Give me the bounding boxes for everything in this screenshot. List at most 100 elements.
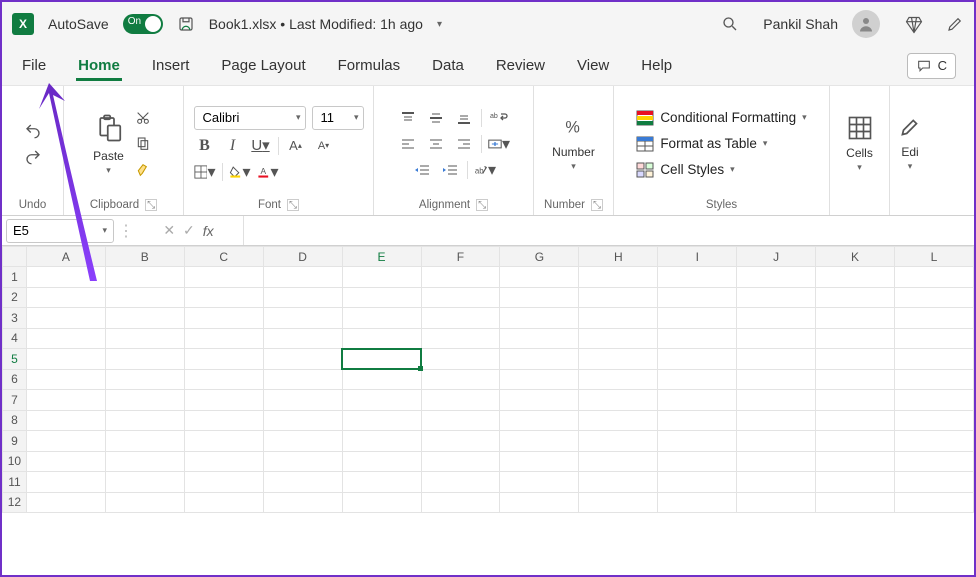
cell-L10[interactable] [895,451,974,472]
cell-C2[interactable] [184,287,263,308]
cell-D12[interactable] [263,492,342,513]
cell-D7[interactable] [263,390,342,411]
cell-H4[interactable] [579,328,658,349]
cell-L2[interactable] [895,287,974,308]
cell-I1[interactable] [658,267,737,288]
cell-B4[interactable] [105,328,184,349]
cell-B7[interactable] [105,390,184,411]
chevron-down-icon[interactable]: ▾ [437,19,442,30]
cell-G2[interactable] [500,287,579,308]
cell-K12[interactable] [816,492,895,513]
cell-D11[interactable] [263,472,342,493]
cells-button[interactable]: Cells ▾ [846,114,874,173]
cell-K7[interactable] [816,390,895,411]
cell-K3[interactable] [816,308,895,329]
row-header-4[interactable]: 4 [3,328,27,349]
cell-I6[interactable] [658,369,737,390]
search-icon[interactable] [721,15,739,33]
cell-H12[interactable] [579,492,658,513]
cell-E3[interactable] [342,308,421,329]
cell-F10[interactable] [421,451,500,472]
redo-icon[interactable] [22,147,44,167]
name-box[interactable]: E5 ▾ [6,219,114,243]
cell-B6[interactable] [105,369,184,390]
cell-A2[interactable] [26,287,105,308]
enter-formula-icon[interactable]: ✓ [183,222,195,239]
cell-B12[interactable] [105,492,184,513]
row-header-10[interactable]: 10 [3,451,27,472]
bold-button[interactable]: B [194,136,216,156]
comments-button[interactable]: C [907,53,956,79]
cell-F5[interactable] [421,349,500,370]
cell-G7[interactable] [500,390,579,411]
format-as-table-button[interactable]: Format as Table▾ [636,136,767,152]
col-header-K[interactable]: K [816,247,895,267]
cell-D3[interactable] [263,308,342,329]
wrap-text-icon[interactable]: ab [488,108,510,128]
diamond-icon[interactable] [904,15,922,33]
cell-F9[interactable] [421,431,500,452]
cell-E11[interactable] [342,472,421,493]
cell-H1[interactable] [579,267,658,288]
row-header-11[interactable]: 11 [3,472,27,493]
clipboard-launcher-icon[interactable]: ⤡ [145,199,157,211]
cell-K2[interactable] [816,287,895,308]
row-header-5[interactable]: 5 [3,349,27,370]
cell-I4[interactable] [658,328,737,349]
select-all-corner[interactable] [3,247,27,267]
user-name[interactable]: Pankil Shah [763,16,838,32]
cell-J1[interactable] [737,267,816,288]
cell-I11[interactable] [658,472,737,493]
cell-H9[interactable] [579,431,658,452]
cell-I9[interactable] [658,431,737,452]
font-size-select[interactable]: 11▾ [312,106,364,130]
cell-F8[interactable] [421,410,500,431]
cell-G5[interactable] [500,349,579,370]
cell-E7[interactable] [342,390,421,411]
cell-L4[interactable] [895,328,974,349]
cell-A4[interactable] [26,328,105,349]
cell-C4[interactable] [184,328,263,349]
cell-A9[interactable] [26,431,105,452]
cell-K5[interactable] [816,349,895,370]
cell-D9[interactable] [263,431,342,452]
cell-H10[interactable] [579,451,658,472]
cell-C12[interactable] [184,492,263,513]
cut-icon[interactable] [132,108,154,128]
undo-icon[interactable] [22,121,44,141]
cell-J7[interactable] [737,390,816,411]
tab-formulas[interactable]: Formulas [336,51,403,80]
cancel-formula-icon[interactable]: ✕ [163,222,175,239]
format-painter-icon[interactable] [132,160,154,180]
cell-J2[interactable] [737,287,816,308]
cell-L3[interactable] [895,308,974,329]
cell-I5[interactable] [658,349,737,370]
row-header-1[interactable]: 1 [3,267,27,288]
font-color-icon[interactable]: A▾ [257,162,279,182]
cell-L6[interactable] [895,369,974,390]
cell-L9[interactable] [895,431,974,452]
cell-F11[interactable] [421,472,500,493]
cell-E6[interactable] [342,369,421,390]
cell-B8[interactable] [105,410,184,431]
cell-H11[interactable] [579,472,658,493]
tab-file[interactable]: File [20,51,48,80]
cell-K4[interactable] [816,328,895,349]
cell-A10[interactable] [26,451,105,472]
pen-icon[interactable] [946,15,964,33]
cell-J3[interactable] [737,308,816,329]
cell-B11[interactable] [105,472,184,493]
cell-K9[interactable] [816,431,895,452]
col-header-E[interactable]: E [342,247,421,267]
cell-C5[interactable] [184,349,263,370]
avatar[interactable] [852,10,880,38]
col-header-C[interactable]: C [184,247,263,267]
save-icon[interactable] [177,15,195,33]
paste-button[interactable]: Paste ▾ [93,111,124,176]
cell-D2[interactable] [263,287,342,308]
cell-A12[interactable] [26,492,105,513]
cell-B1[interactable] [105,267,184,288]
alignment-launcher-icon[interactable]: ⤡ [476,199,488,211]
tab-review[interactable]: Review [494,51,547,80]
cell-F12[interactable] [421,492,500,513]
